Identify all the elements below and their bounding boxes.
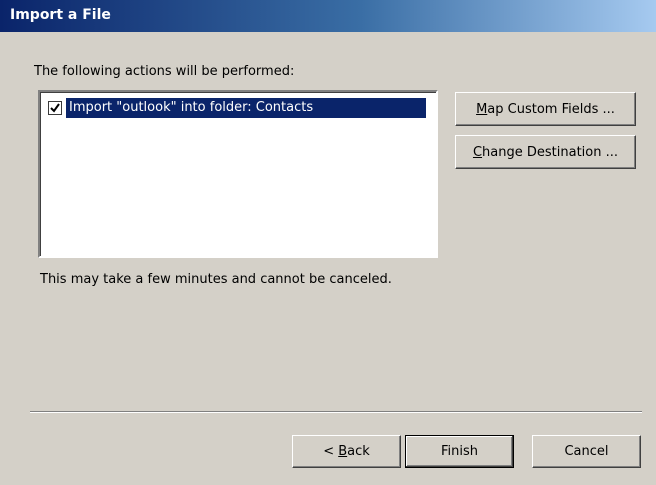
actions-listbox[interactable]: Import "outlook" into folder: Contacts <box>38 90 438 258</box>
window-title: Import a File <box>10 7 111 23</box>
list-item-label: Import "outlook" into folder: Contacts <box>66 98 426 118</box>
list-item[interactable]: Import "outlook" into folder: Contacts <box>47 98 426 118</box>
back-accel: B <box>338 444 348 459</box>
map-fields-rest: ap Custom Fields ... <box>487 101 615 117</box>
title-bar: Import a File <box>0 0 656 32</box>
back-rest: ack <box>347 444 370 459</box>
back-button[interactable]: < Back <box>292 435 401 468</box>
change-dest-accel: C <box>472 144 483 160</box>
checkmark-icon <box>50 103 60 113</box>
import-checkbox[interactable] <box>47 100 63 116</box>
map-custom-fields-button[interactable]: Map Custom Fields ... <box>455 92 636 126</box>
cancel-button[interactable]: Cancel <box>532 435 641 468</box>
finish-button[interactable]: Finish <box>405 435 514 468</box>
map-fields-accel: M <box>476 101 488 117</box>
change-destination-button[interactable]: Change Destination ... <box>455 135 636 169</box>
change-dest-rest: hange Destination ... <box>482 144 619 160</box>
back-prefix: < <box>323 444 339 459</box>
footer-separator <box>30 411 642 413</box>
actions-label: The following actions will be performed: <box>34 64 295 79</box>
duration-note: This may take a few minutes and cannot b… <box>40 272 392 287</box>
